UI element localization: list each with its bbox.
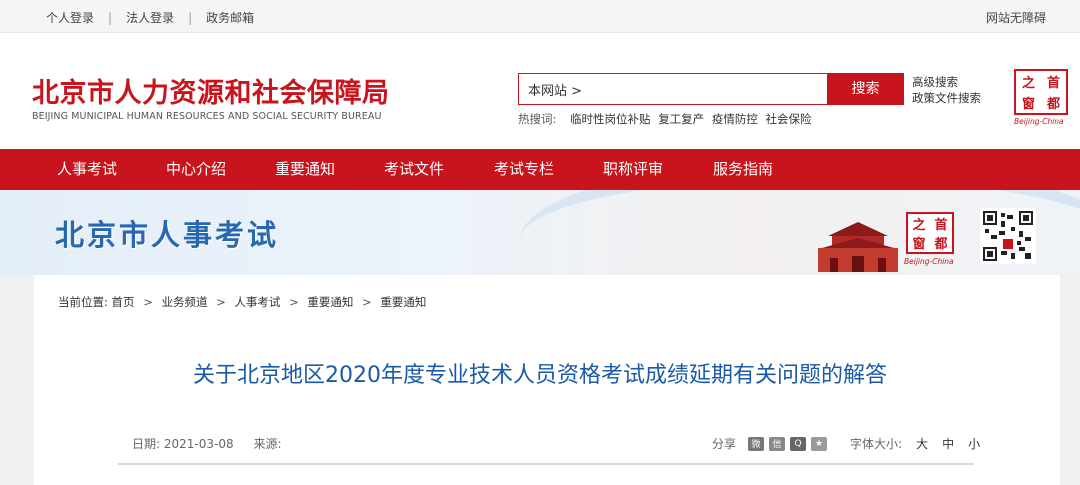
emblem-char: 首 [934,218,948,233]
weibo-icon[interactable]: 微 [748,436,765,451]
emblem-char: 窗 [1021,97,1035,112]
emblem-char: 窗 [912,237,926,252]
font-size-control: 字体大小: 大 中 小 [850,435,980,452]
date-label: 日期: [132,437,161,451]
nav-item-notices[interactable]: 重要通知 [275,149,335,190]
breadcrumb-notices[interactable]: 重要通知 [307,295,353,309]
search-button[interactable]: 搜索 [827,73,904,105]
personal-login-link[interactable]: 个人登录 [46,9,94,26]
source-label: 来源: [253,437,282,451]
banner: 北京市人事考试 之 首 窗 都 Beijing-China [0,190,1080,275]
breadcrumb-separator: > [216,295,226,309]
top-utility-bar: 个人登录 | 法人登录 | 政务邮箱 网站无障碍 [0,0,1080,33]
breadcrumb-home[interactable]: 首页 [112,295,135,309]
beijing-emblem-logo: 之 首 窗 都 [1014,69,1068,115]
breadcrumb-separator: > [143,295,153,309]
emblem-caption: Beijing-China [1014,117,1064,126]
wechat-icon[interactable]: 信 [769,436,786,451]
advanced-search-links: 高级搜索 政策文件搜索 [912,74,981,106]
font-size-label: 字体大小: [850,437,903,451]
breadcrumb-separator: > [362,295,372,309]
font-size-medium[interactable]: 中 [942,435,954,452]
policy-search-link[interactable]: 政策文件搜索 [912,90,981,106]
qzone-icon[interactable]: ★ [811,436,828,451]
font-size-large[interactable]: 大 [916,435,928,452]
breadcrumb-exam[interactable]: 人事考试 [234,295,280,309]
hot-search-words: 热搜词: 临时性岗位补贴 复工复产 疫情防控 社会保险 [518,111,816,127]
hot-word-link[interactable]: 临时性岗位补贴 [570,112,651,126]
emblem-char: 之 [912,218,926,233]
emblem-char: 之 [1021,76,1035,91]
gov-mail-link[interactable]: 政务邮箱 [206,9,254,26]
emblem-caption: Beijing-China [904,257,954,266]
site-header: 北京市人力资源和社会保障局 BEIJING MUNICIPAL HUMAN RE… [0,33,1080,149]
article-meta: 日期: 2021-03-08 来源: [132,435,282,452]
breadcrumb-business[interactable]: 业务频道 [161,295,207,309]
nav-item-titles[interactable]: 职称评审 [603,149,663,190]
hot-word-link[interactable]: 复工复产 [658,112,704,126]
nav-item-documents[interactable]: 考试文件 [384,149,444,190]
nav-item-columns[interactable]: 考试专栏 [494,149,554,190]
article-date: 2021-03-08 [163,437,234,451]
corporate-login-link[interactable]: 法人登录 [126,9,174,26]
hot-word-link[interactable]: 社会保险 [766,112,812,126]
share-bar: 分享 微 信 Q ★ [712,435,828,452]
emblem-char: 都 [934,237,948,252]
separator: | [108,10,113,25]
search-input[interactable]: 本网站 > [518,73,828,105]
breadcrumb-separator: > [289,295,299,309]
font-size-small[interactable]: 小 [968,435,980,452]
banner-title: 北京市人事考试 [55,218,280,252]
qr-code-icon [980,208,1036,264]
main-nav: 人事考试 中心介绍 重要通知 考试文件 考试专栏 职称评审 服务指南 [0,149,1080,190]
advanced-search-link[interactable]: 高级搜索 [912,74,981,90]
hot-word-link[interactable]: 疫情防控 [712,112,758,126]
tiananmen-gate-image [818,222,898,272]
divider [118,463,974,465]
hot-search-label: 热搜词: [518,112,557,126]
breadcrumb: 当前位置: 首页 > 业务频道 > 人事考试 > 重要通知 > 重要通知 [58,294,426,310]
nav-item-services[interactable]: 服务指南 [713,149,773,190]
emblem-char: 都 [1046,97,1060,112]
qq-icon[interactable]: Q [790,436,807,451]
breadcrumb-label: 当前位置: [58,295,108,309]
nav-item-exam[interactable]: 人事考试 [57,149,117,190]
share-label: 分享 [712,437,737,451]
site-logo-subtitle: BEIJING MUNICIPAL HUMAN RESOURCES AND SO… [32,111,382,122]
nav-item-about[interactable]: 中心介绍 [166,149,226,190]
login-links: 个人登录 | 法人登录 | 政务邮箱 [46,9,254,26]
accessibility-link[interactable]: 网站无障碍 [986,9,1046,26]
article-title: 关于北京地区2020年度专业技术人员资格考试成绩延期有关问题的解答 [193,363,887,388]
breadcrumb-current[interactable]: 重要通知 [380,295,426,309]
emblem-char: 首 [1046,76,1060,91]
separator: | [188,10,193,25]
site-logo-title[interactable]: 北京市人力资源和社会保障局 [32,71,390,110]
beijing-emblem-logo: 之 首 窗 都 [906,212,954,254]
